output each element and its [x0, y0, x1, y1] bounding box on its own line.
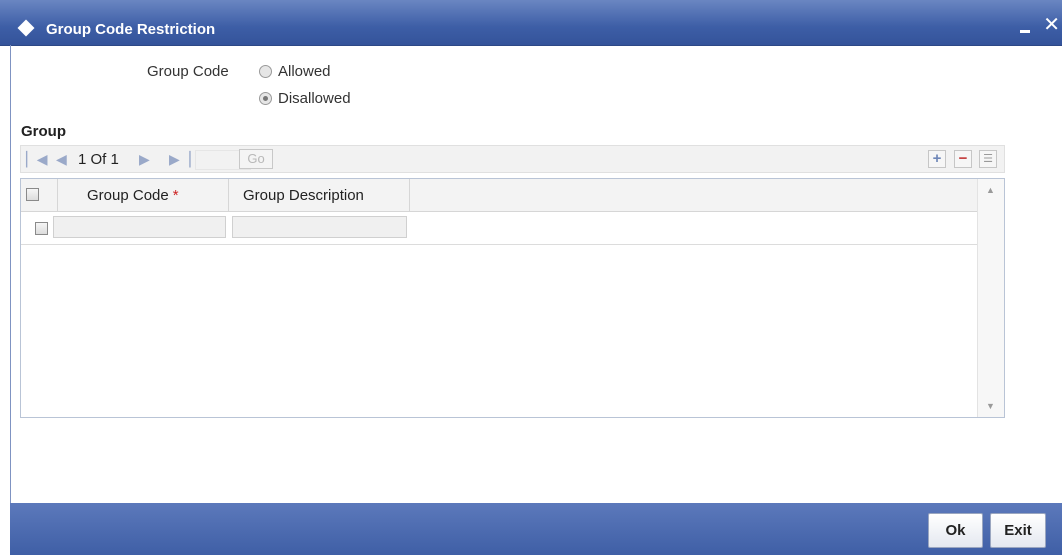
grid-header: Group Code * Group Description: [21, 179, 978, 212]
group-description-input[interactable]: [232, 216, 407, 238]
next-page-icon[interactable]: ▶: [139, 149, 150, 169]
window-title: Group Code Restriction: [46, 21, 216, 38]
go-button[interactable]: Go: [239, 149, 273, 169]
select-all-checkbox[interactable]: [26, 188, 39, 201]
radio-allowed-label: Allowed: [278, 63, 331, 80]
header-select-cell: [21, 179, 58, 211]
footer-bar: Ok Exit: [10, 503, 1062, 555]
table-row: [21, 212, 978, 245]
grid-toolbar: ▏◀ ◀ 1 Of 1 ▶ ▶▕ Go + − ☰: [20, 145, 1005, 173]
required-marker: *: [172, 187, 179, 204]
header-group-description-label: Group Description: [243, 187, 364, 204]
header-group-code-label: Group Code: [87, 187, 169, 204]
radio-disallowed[interactable]: Disallowed: [259, 90, 351, 107]
window-border: [10, 45, 11, 503]
add-row-icon[interactable]: +: [928, 150, 946, 168]
radio-allowed[interactable]: Allowed: [259, 63, 331, 80]
radio-disallowed-button[interactable]: [259, 92, 272, 105]
exit-button[interactable]: Exit: [990, 513, 1046, 548]
ok-button[interactable]: Ok: [928, 513, 983, 548]
title-bar: Group Code Restriction ✕: [0, 0, 1062, 46]
minimize-icon[interactable]: [1020, 30, 1030, 33]
last-page-icon[interactable]: ▶▕: [169, 149, 191, 169]
header-group-description: Group Description: [229, 179, 410, 211]
scroll-up-icon[interactable]: ▲: [986, 185, 995, 195]
group-code-label: Group Code: [147, 63, 229, 80]
row-checkbox[interactable]: [35, 222, 48, 235]
group-code-input[interactable]: [53, 216, 226, 238]
view-list-icon[interactable]: ☰: [979, 150, 997, 168]
group-section-title: Group: [21, 123, 66, 140]
diamond-icon: [17, 19, 35, 37]
header-group-code: Group Code *: [58, 179, 229, 211]
scroll-down-icon[interactable]: ▼: [986, 401, 995, 411]
radio-disallowed-label: Disallowed: [278, 90, 351, 107]
delete-row-icon[interactable]: −: [954, 150, 972, 168]
first-page-icon[interactable]: ▏◀: [26, 149, 48, 169]
close-icon[interactable]: ✕: [1043, 15, 1060, 35]
prev-page-icon[interactable]: ◀: [56, 149, 67, 169]
grid-scrollbar[interactable]: ▲ ▼: [977, 179, 1004, 417]
radio-allowed-button[interactable]: [259, 65, 272, 78]
page-indicator: 1 Of 1: [78, 151, 119, 168]
group-grid: Group Code * Group Description ▲ ▼: [20, 178, 1005, 418]
